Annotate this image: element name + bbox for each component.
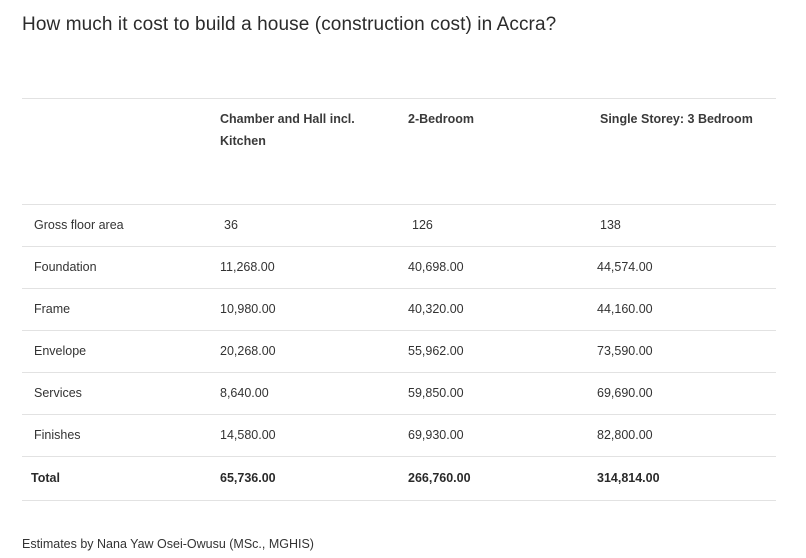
column-header-3-bedroom: Single Storey: 3 Bedroom — [600, 112, 753, 126]
row-divider — [22, 414, 776, 415]
row-label: Gross floor area — [34, 218, 124, 232]
cell-3-bedroom: 138 — [600, 218, 621, 232]
row-label: Envelope — [34, 344, 87, 358]
cell-chamber-hall: 11,268.00 — [220, 260, 275, 274]
total-3-bedroom: 314,814.00 — [597, 471, 660, 485]
cell-chamber-hall: 14,580.00 — [220, 428, 276, 442]
page-title: How much it cost to build a house (const… — [22, 14, 557, 35]
cell-2-bedroom: 126 — [412, 218, 433, 232]
cell-chamber-hall: 8,640.00 — [220, 386, 269, 400]
row-label: Finishes — [34, 428, 81, 442]
total-chamber-hall: 65,736.00 — [220, 471, 276, 485]
cell-chamber-hall: 36 — [224, 218, 238, 232]
total-label: Total — [31, 471, 60, 485]
total-2-bedroom: 266,760.00 — [408, 471, 471, 485]
cell-3-bedroom: 69,690.00 — [597, 386, 653, 400]
cell-2-bedroom: 40,320.00 — [408, 302, 464, 316]
cell-3-bedroom: 44,574.00 — [597, 260, 653, 274]
cell-2-bedroom: 59,850.00 — [408, 386, 464, 400]
row-divider — [22, 330, 776, 331]
cell-2-bedroom: 55,962.00 — [408, 344, 464, 358]
row-label: Frame — [34, 302, 71, 316]
cell-chamber-hall: 20,268.00 — [220, 344, 276, 358]
table-bottom-rule — [22, 500, 776, 501]
cell-2-bedroom: 69,930.00 — [408, 428, 464, 442]
row-divider — [22, 372, 776, 373]
table-top-rule — [22, 98, 776, 99]
row-label: Services — [34, 386, 82, 400]
column-header-2-bedroom: 2-Bedroom — [408, 112, 474, 126]
cell-3-bedroom: 44,160.00 — [597, 302, 653, 316]
row-divider — [22, 246, 776, 247]
row-divider — [22, 288, 776, 289]
row-label: Foundation — [34, 260, 97, 274]
cell-3-bedroom: 82,800.00 — [597, 428, 653, 442]
header-bottom-rule — [22, 204, 776, 205]
cell-chamber-hall: 10,980.00 — [220, 302, 276, 316]
column-header-chamber-hall: Chamber and Hall incl. Kitchen — [220, 112, 355, 148]
source-note: Estimates by Nana Yaw Osei-Owusu (MSc., … — [22, 537, 314, 551]
cell-3-bedroom: 73,590.00 — [597, 344, 653, 358]
cell-2-bedroom: 40,698.00 — [408, 260, 464, 274]
row-divider — [22, 456, 776, 457]
